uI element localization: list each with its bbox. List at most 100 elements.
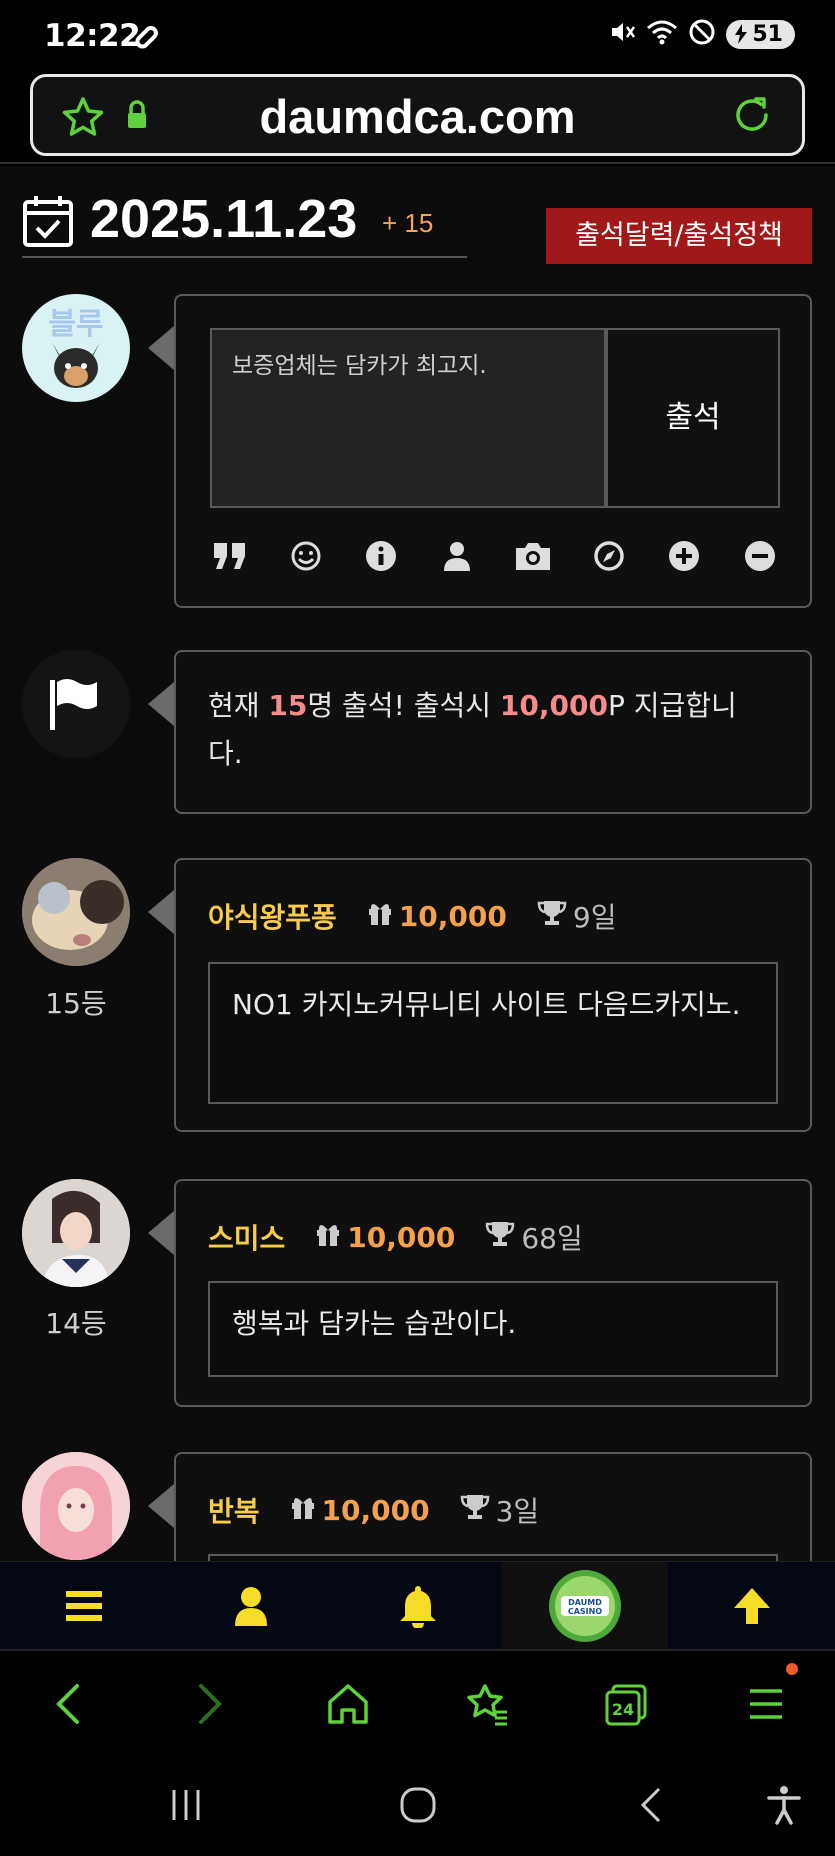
battery-indicator: 51 <box>726 19 795 49</box>
profile-button[interactable] <box>167 1562 334 1650</box>
nickname[interactable]: 야식왕푸퐁 <box>208 896 337 936</box>
site-bottom-nav: DAUMD CASINO <box>0 1561 835 1650</box>
home-icon <box>328 1684 368 1724</box>
streak-days: 9일 <box>572 901 617 934</box>
arrow-up-icon <box>733 1588 770 1624</box>
quote-icon[interactable] <box>210 536 250 576</box>
nickname[interactable]: 스미스 <box>208 1217 285 1257</box>
trophy-icon <box>537 899 567 934</box>
notifications-button[interactable] <box>334 1562 501 1650</box>
points-value: 10,000 <box>398 899 507 933</box>
svg-text:24: 24 <box>612 1700 634 1719</box>
my-avatar: 블루 <box>22 294 130 402</box>
address-bar[interactable]: daumdca.com <box>30 74 805 156</box>
mute-icon <box>608 18 636 50</box>
system-navigation-bar <box>0 1754 835 1856</box>
compose-box: 보증업체는 담카가 최고지. 출석 <box>174 294 812 608</box>
wifi-icon <box>646 18 678 50</box>
attendance-entry: 스미스 10,000 68일 행복과 담카는 습관이다. <box>174 1179 812 1407</box>
home-button[interactable] <box>318 1679 378 1729</box>
star-list-icon <box>467 1684 507 1726</box>
attendance-count-badge: + 15 <box>382 208 434 238</box>
chevron-left-icon <box>56 1684 79 1724</box>
bubble-pointer <box>148 682 174 726</box>
dnd-icon <box>688 18 716 50</box>
camera-icon[interactable] <box>513 536 553 576</box>
tabs-button[interactable]: 24 <box>596 1679 656 1729</box>
recents-icon <box>172 1790 200 1820</box>
user-icon[interactable] <box>437 536 477 576</box>
entry-header: 스미스 10,000 68일 <box>208 1217 583 1257</box>
reward-points: 10,000 <box>499 689 608 722</box>
user-icon <box>234 1587 267 1626</box>
browser-menu-button[interactable] <box>736 1679 796 1729</box>
compass-icon[interactable] <box>589 536 629 576</box>
entry-header: 반복 10,000 3일 <box>208 1490 539 1530</box>
date-header: 2025.11.23 + 15 <box>22 186 467 258</box>
chevron-right-icon <box>199 1684 222 1724</box>
attendance-policy-button[interactable]: 출석달력/출석정책 <box>546 208 812 264</box>
rank-label: 15등 <box>45 987 107 1020</box>
hamburger-icon <box>750 1689 782 1719</box>
trophy-icon <box>485 1220 515 1255</box>
plus-circle-icon[interactable] <box>664 536 704 576</box>
browser-address-area: daumdca.com <box>0 72 835 164</box>
system-home-button[interactable] <box>388 1780 448 1830</box>
back-chevron-icon <box>640 1787 661 1823</box>
back-button[interactable] <box>38 1679 98 1729</box>
gift-icon <box>315 1221 341 1254</box>
tabs-icon: 24 <box>605 1684 647 1726</box>
user-avatar[interactable] <box>22 858 130 966</box>
check-in-button[interactable]: 출석 <box>606 328 780 508</box>
browser-toolbar: 24 <box>0 1649 835 1754</box>
accessibility-icon <box>767 1786 801 1825</box>
notice-avatar <box>22 650 130 758</box>
rank-label: 14등 <box>45 1307 107 1340</box>
menu-button[interactable] <box>0 1562 167 1650</box>
bubble-pointer <box>148 1484 174 1528</box>
url-text: daumdca.com <box>259 90 576 143</box>
user-avatar[interactable] <box>22 1179 130 1287</box>
attendee-count: 15 <box>268 689 308 722</box>
streak-days: 3일 <box>495 1495 540 1528</box>
svg-text:블루: 블루 <box>48 307 103 342</box>
streak-days: 68일 <box>521 1222 583 1255</box>
compose-toolbar <box>210 536 780 576</box>
flag-icon <box>50 679 97 730</box>
notice-box: 현재 15명 출석! 출석시 10,000P 지급합니다. <box>174 650 812 814</box>
notification-dot <box>786 1663 798 1675</box>
circle-home-icon <box>400 1787 436 1823</box>
points-value: 10,000 <box>321 1493 430 1527</box>
bookmarks-button[interactable] <box>458 1679 518 1729</box>
casino-logo-icon: DAUMD CASINO <box>548 1570 621 1642</box>
svg-text:CASINO: CASINO <box>567 1607 601 1616</box>
attendance-entry: 반복 10,000 3일 <box>174 1452 812 1561</box>
forward-button[interactable] <box>180 1679 240 1729</box>
info-icon[interactable] <box>361 536 401 576</box>
system-back-button[interactable] <box>622 1780 682 1830</box>
recents-button[interactable] <box>156 1780 216 1830</box>
entry-header: 야식왕푸퐁 10,000 9일 <box>208 896 616 936</box>
clock: 12:22 <box>44 18 141 54</box>
link-icon <box>132 24 160 56</box>
accessibility-button[interactable] <box>754 1780 814 1830</box>
points-value: 10,000 <box>347 1220 456 1254</box>
attendance-date: 2025.11.23 <box>90 189 358 249</box>
battery-level: 51 <box>752 21 783 47</box>
gift-icon <box>367 900 393 933</box>
calendar-check-icon <box>22 194 74 252</box>
status-bar: 12:22 51 <box>0 0 835 72</box>
smile-icon[interactable] <box>286 536 326 576</box>
hamburger-icon <box>65 1591 102 1621</box>
scroll-top-button[interactable] <box>668 1562 835 1650</box>
bubble-pointer <box>148 326 174 370</box>
minus-circle-icon[interactable] <box>740 536 780 576</box>
entry-message <box>208 1554 778 1561</box>
user-avatar[interactable] <box>22 1452 130 1560</box>
reload-icon[interactable] <box>730 93 774 141</box>
entry-message: 행복과 담카는 습관이다. <box>208 1281 778 1377</box>
nickname[interactable]: 반복 <box>208 1490 260 1530</box>
trophy-icon <box>460 1493 490 1528</box>
comment-textarea[interactable]: 보증업체는 담카가 최고지. <box>210 328 606 508</box>
home-logo-button[interactable]: DAUMD CASINO <box>501 1562 668 1650</box>
